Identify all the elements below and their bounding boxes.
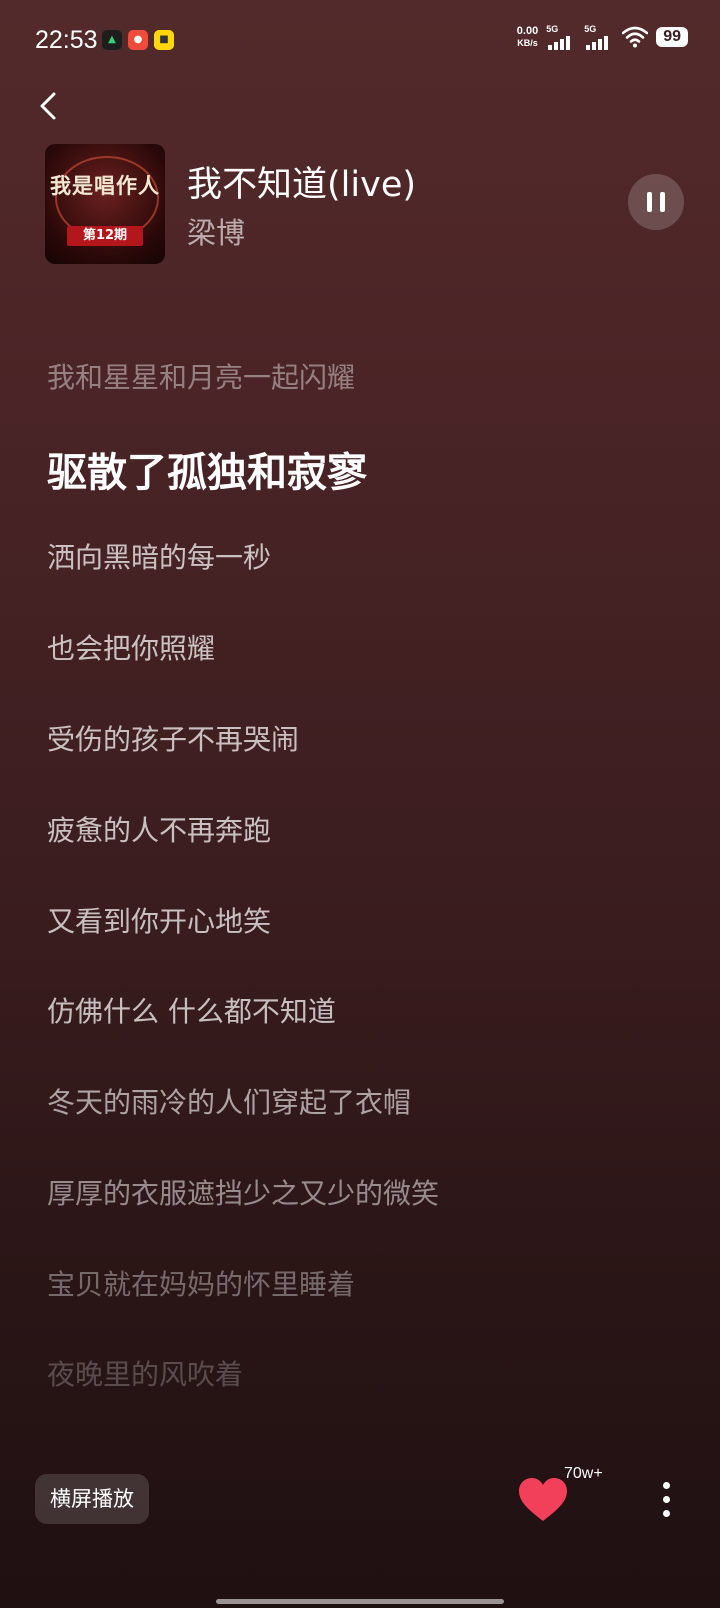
lyric-line[interactable]: 夜晚里的风吹着 <box>47 1353 243 1393</box>
xianyu-app-icon: ■ <box>154 30 174 50</box>
lyric-line-current[interactable]: 驱散了孤独和寂寥 <box>47 440 367 498</box>
lyric-line[interactable]: 又看到你开心地笑 <box>47 900 271 940</box>
lyric-line[interactable]: 洒向黑暗的每一秒 <box>47 536 271 576</box>
lyric-line[interactable]: 仿佛什么 什么都不知道 <box>47 990 336 1030</box>
pause-icon <box>647 192 652 212</box>
signal-5g-icon-1: 5G <box>546 24 576 50</box>
cover-title: 我是唱作人 <box>50 173 160 198</box>
network-speed-unit: KB/s <box>517 38 538 48</box>
signal-label-1: 5G <box>546 24 559 34</box>
lyric-line[interactable]: 宝贝就在妈妈的怀里睡着 <box>47 1263 355 1303</box>
xiaoetong-app-icon: ▲ <box>102 30 122 50</box>
like-count: 70w+ <box>564 1465 603 1482</box>
lyric-line[interactable]: 疲惫的人不再奔跑 <box>47 809 271 849</box>
pause-button[interactable] <box>628 174 684 230</box>
battery-indicator: 99 <box>656 27 688 47</box>
status-bar: 22:53 ▲ ● ■ 0.00 KB/s 5G 5G 99 <box>0 0 720 84</box>
signal-label-2: 5G <box>584 24 597 34</box>
more-options-button[interactable] <box>654 1480 678 1520</box>
status-time: 22:53 <box>35 26 98 54</box>
signal-5g-icon-2: 5G <box>584 24 614 50</box>
like-button[interactable] <box>517 1476 569 1524</box>
pinduoduo-app-icon: ● <box>128 30 148 50</box>
chevron-left-icon <box>40 92 56 120</box>
back-button[interactable] <box>34 86 68 126</box>
network-speed-value: 0.00 <box>516 25 539 37</box>
network-speed: 0.00 KB/s <box>517 25 538 49</box>
lyric-line[interactable]: 厚厚的衣服遮挡少之又少的微笑 <box>47 1172 439 1212</box>
lyric-line[interactable]: 冬天的雨冷的人们穿起了衣帽 <box>47 1081 411 1121</box>
landscape-play-button[interactable]: 横屏播放 <box>35 1474 149 1524</box>
wifi-icon <box>622 26 649 48</box>
lyric-line[interactable]: 我和星星和月亮一起闪耀 <box>47 356 355 396</box>
heart-icon <box>519 1478 567 1521</box>
more-vertical-icon <box>663 1482 670 1489</box>
lyric-line[interactable]: 受伤的孩子不再哭闹 <box>47 718 299 758</box>
song-artist[interactable]: 梁博 <box>187 210 245 252</box>
notification-icons: ▲ ● ■ <box>102 30 174 50</box>
album-cover[interactable]: 我是唱作人 第12期 <box>45 144 165 264</box>
lyric-line[interactable]: 也会把你照耀 <box>47 627 215 667</box>
home-indicator[interactable] <box>216 1599 504 1604</box>
cover-episode-badge: 第12期 <box>67 226 143 246</box>
song-title: 我不知道(live) <box>187 165 417 205</box>
